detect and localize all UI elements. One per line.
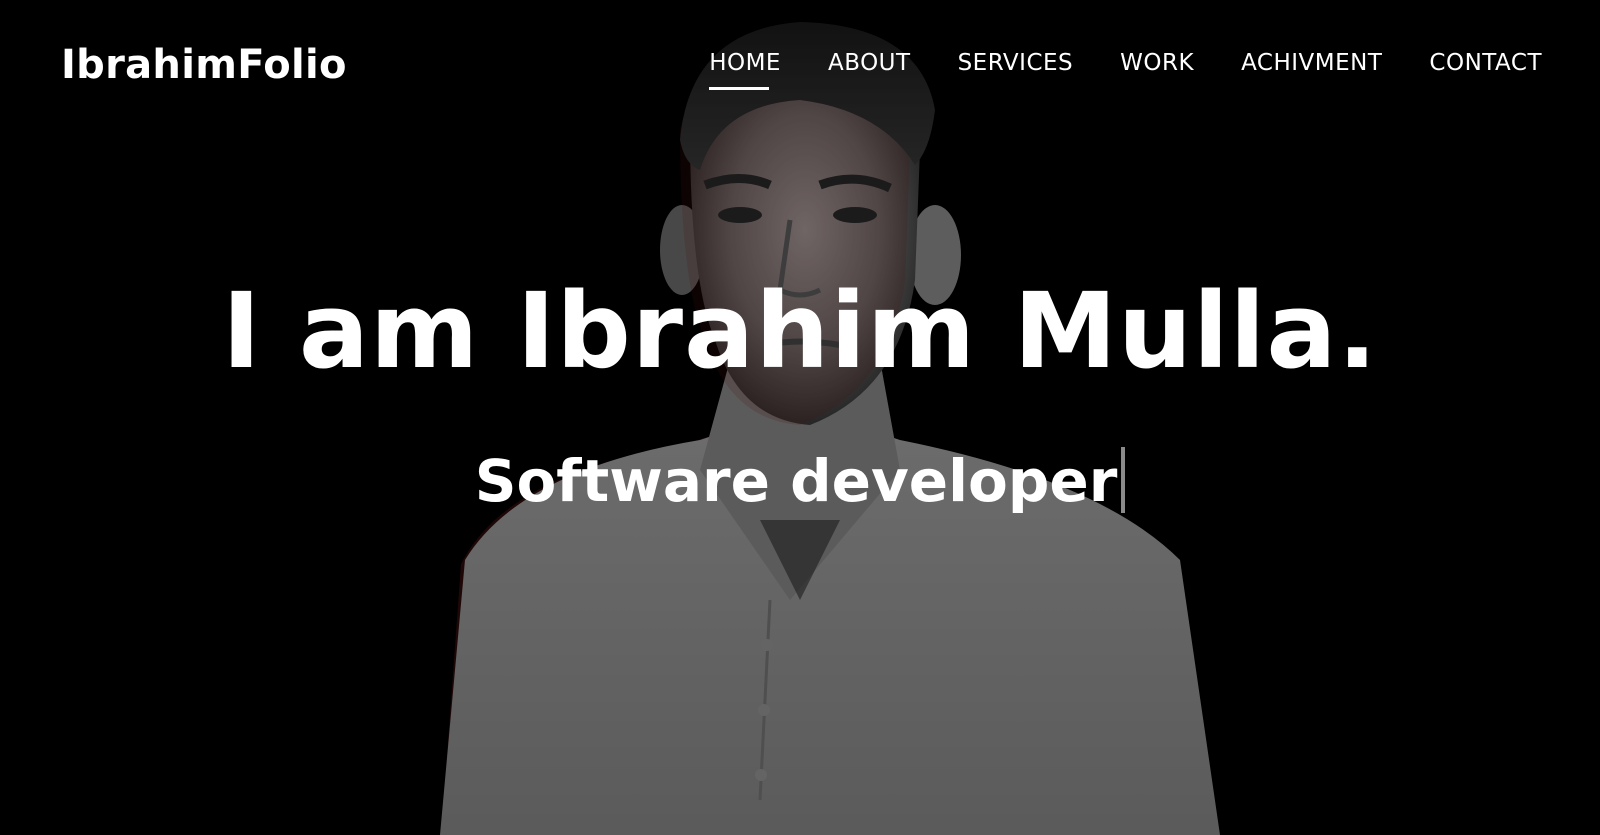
hero-title: I am Ibrahim Mulla. — [221, 270, 1379, 392]
hero-subtitle-wrapper: Software developer — [0, 446, 1600, 515]
nav-item-contact[interactable]: CONTACT — [1429, 50, 1542, 86]
nav-item-services[interactable]: SERVICES — [958, 50, 1074, 86]
typing-cursor — [1121, 446, 1126, 513]
nav-item-work[interactable]: WORK — [1120, 50, 1194, 86]
nav-menu: HOME ABOUT SERVICES WORK ACHIVMENT CONTA… — [709, 50, 1542, 90]
hero-subtitle: Software developer — [474, 447, 1118, 515]
hero-section: IbrahimFolio HOME ABOUT SERVICES WORK AC… — [0, 0, 1600, 835]
nav-item-achivment[interactable]: ACHIVMENT — [1241, 50, 1382, 86]
nav-item-about[interactable]: ABOUT — [828, 50, 911, 86]
nav-item-home[interactable]: HOME — [709, 50, 781, 90]
navbar: IbrahimFolio HOME ABOUT SERVICES WORK AC… — [0, 0, 1600, 130]
site-logo[interactable]: IbrahimFolio — [61, 42, 347, 88]
